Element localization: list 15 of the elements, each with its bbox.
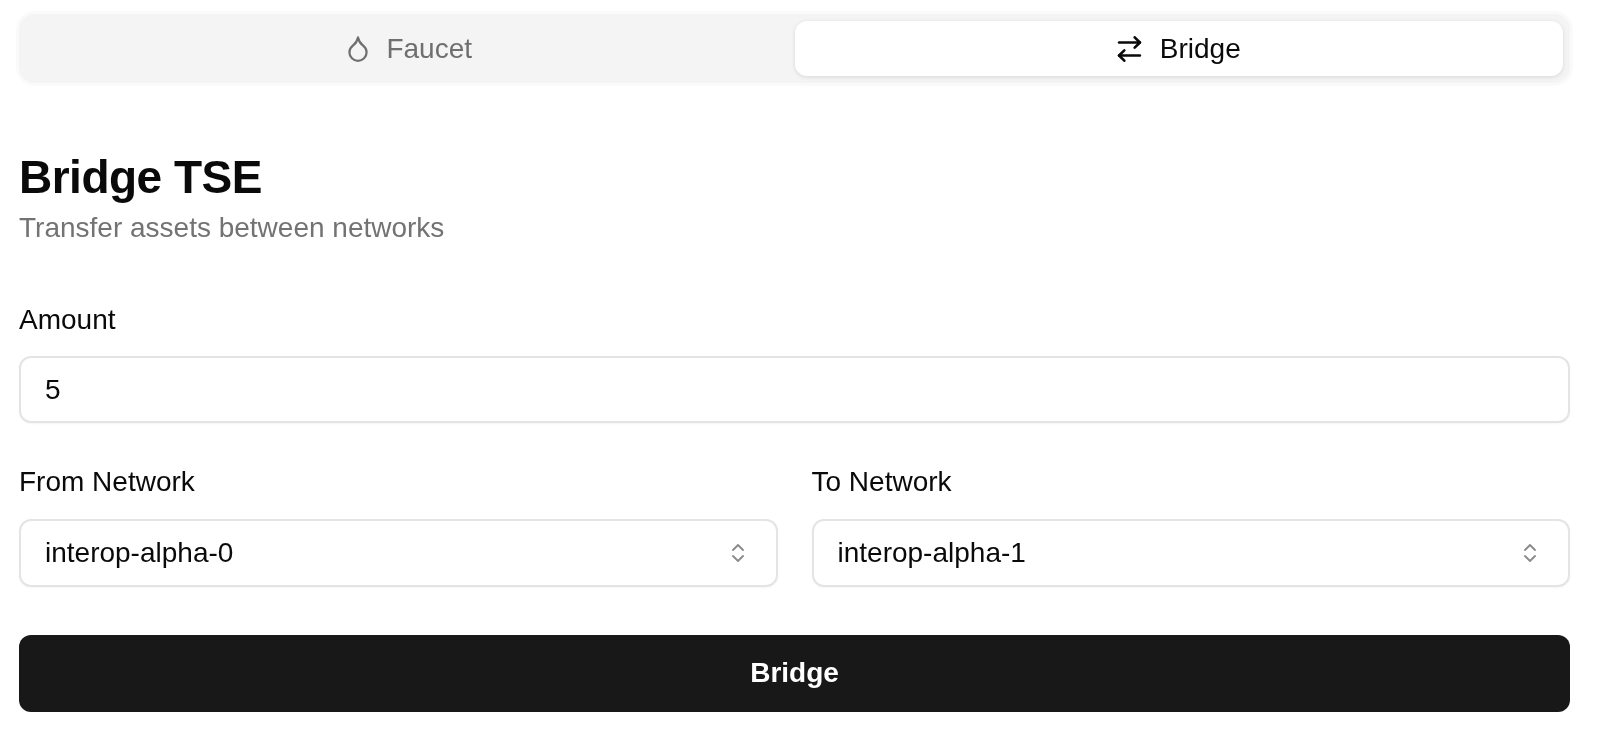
droplet-icon — [348, 35, 369, 62]
bridge-button[interactable]: Bridge — [19, 634, 1570, 712]
tab[interactable]: Faucet — [26, 21, 795, 76]
page-title: Bridge TSE — [19, 150, 262, 205]
page-subtitle: Transfer assets between networks — [19, 211, 445, 245]
chevron-up-down-icon — [731, 542, 744, 563]
tab[interactable]: Bridge — [794, 21, 1563, 76]
chevron-up-down-icon — [1524, 542, 1536, 563]
amount-input[interactable]: 5 — [19, 356, 1570, 424]
network-select[interactable]: interop-alpha-0 — [19, 518, 778, 587]
network-select[interactable]: interop-alpha-1 — [811, 518, 1570, 587]
swap-arrows-icon — [1116, 35, 1142, 62]
field-label: To Network — [811, 465, 952, 499]
field-label: From Network — [19, 465, 195, 499]
field-label: Amount — [19, 302, 116, 337]
